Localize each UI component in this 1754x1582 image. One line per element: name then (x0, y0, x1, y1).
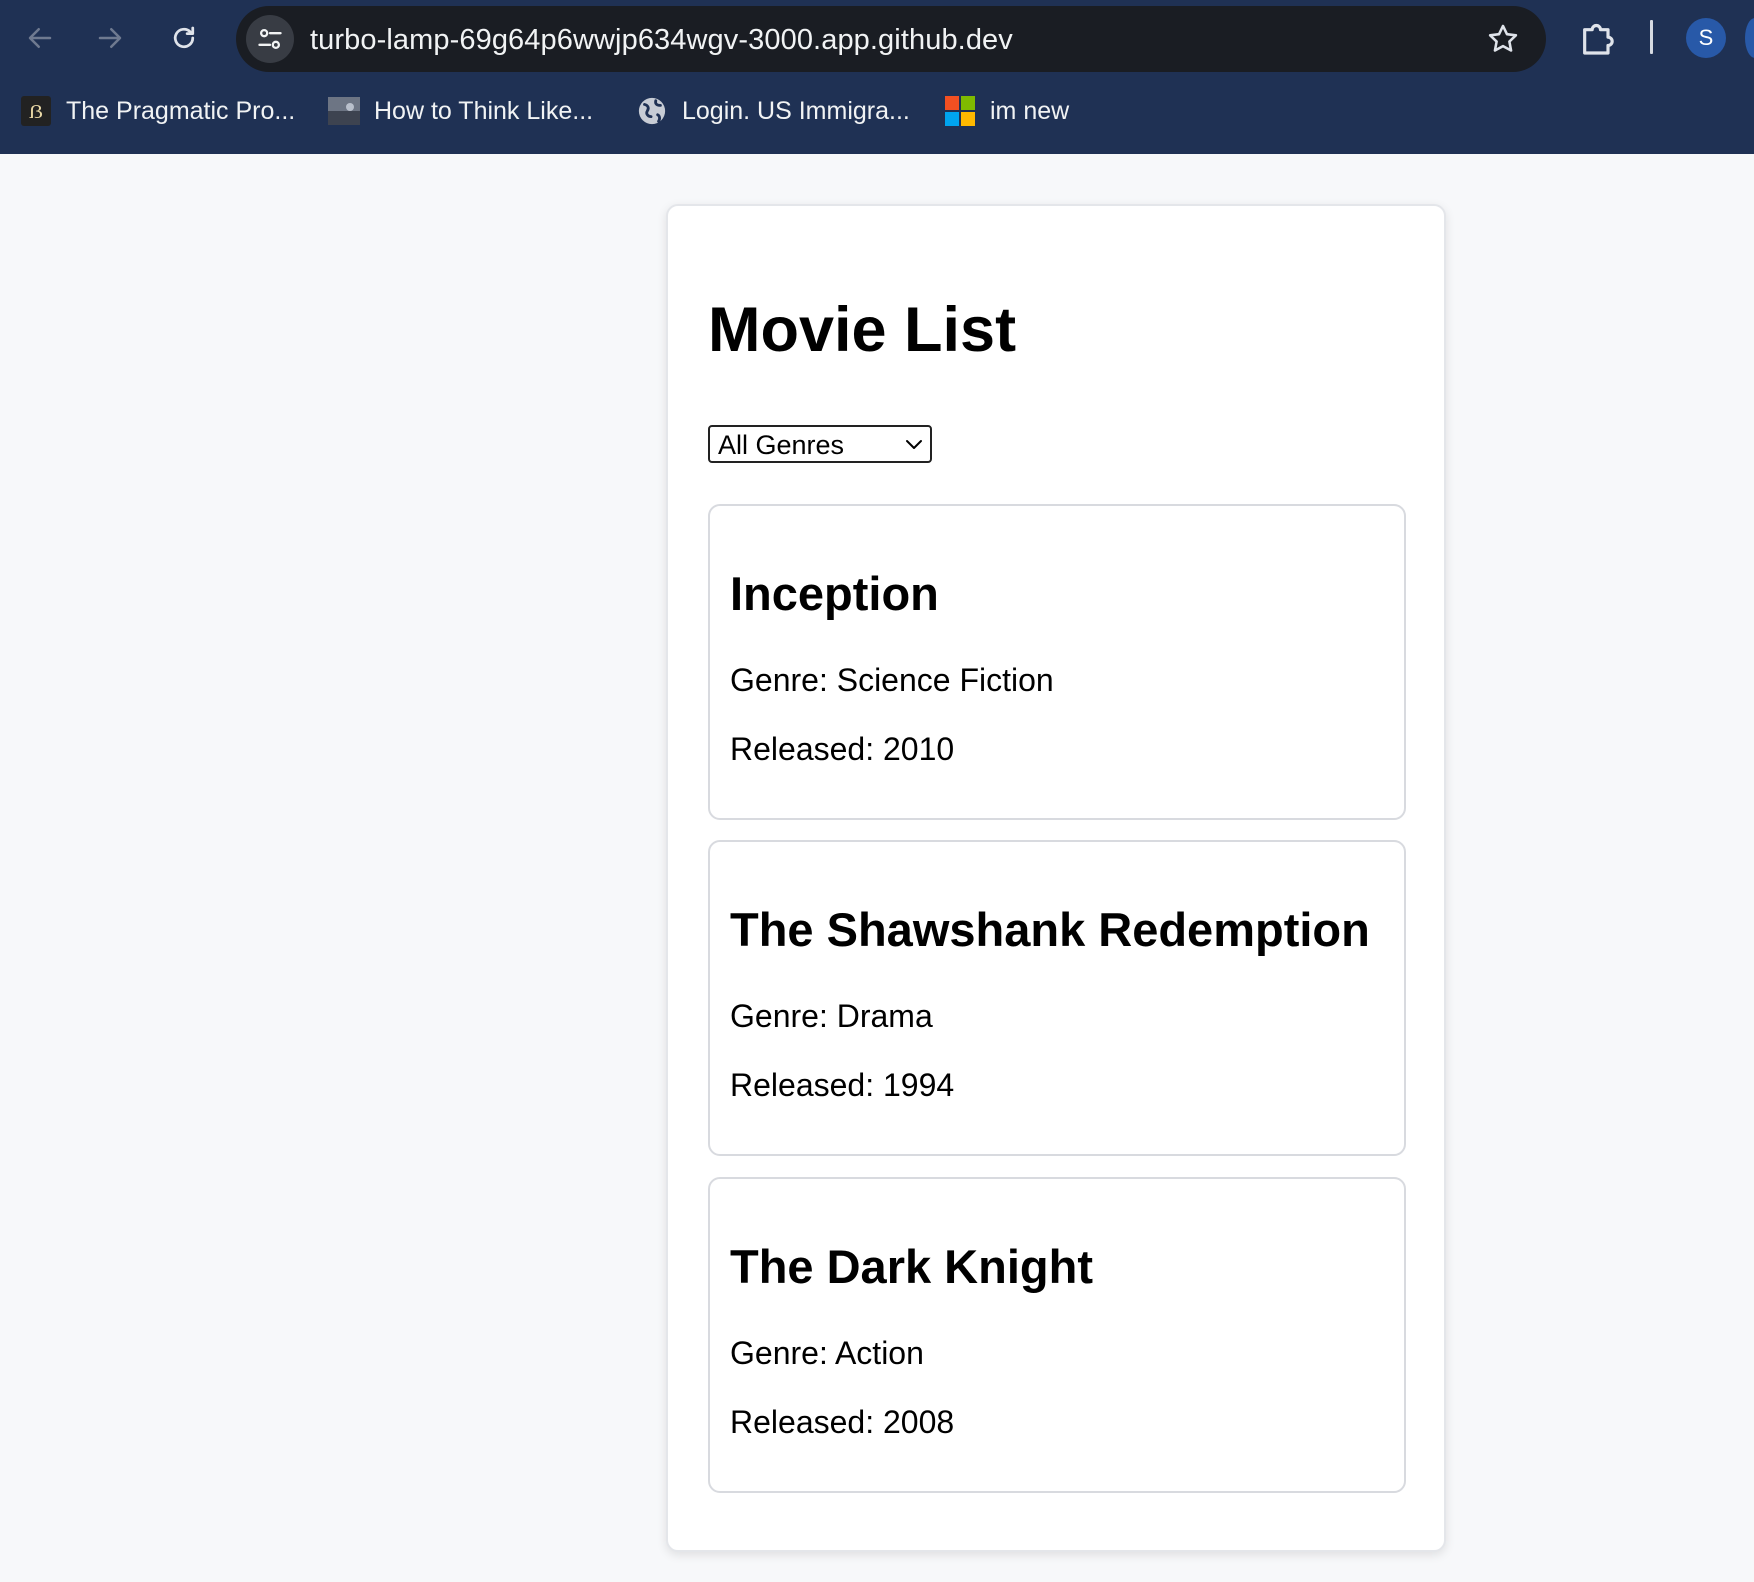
bookmark-think-like[interactable]: How to Think Like... (328, 92, 593, 130)
browser-toolbar: turbo-lamp-69g64p6wwjp634wgv-3000.app.gi… (0, 0, 1754, 76)
movie-list-card: Movie List All Genres Inception Genre: S… (666, 204, 1446, 1552)
movie-genre: Genre: Action (730, 1335, 924, 1371)
movie-card-inception: Inception Genre: Science Fiction Release… (708, 504, 1406, 820)
bookmark-label: The Pragmatic Pro... (66, 96, 296, 125)
movie-title: The Shawshank Redemption (730, 903, 1370, 956)
menu-edge[interactable] (1745, 18, 1754, 58)
toolbar-divider (1650, 20, 1653, 54)
movie-title: The Dark Knight (730, 1240, 1093, 1293)
movie-card-shawshank: The Shawshank Redemption Genre: Drama Re… (708, 840, 1406, 1156)
movie-released: Released: 2008 (730, 1404, 955, 1440)
movie-genre: Genre: Science Fiction (730, 662, 1054, 698)
bookmark-label: Login. US Immigra... (682, 96, 910, 125)
back-button[interactable] (16, 14, 64, 62)
microsoft-logo-icon (944, 95, 976, 127)
bookmark-im-new[interactable]: im new (944, 92, 1069, 130)
site-info-button[interactable] (246, 15, 294, 63)
address-bar[interactable]: turbo-lamp-69g64p6wwjp634wgv-3000.app.gi… (236, 6, 1546, 72)
reload-icon (173, 26, 195, 49)
svg-text:ẞ: ẞ (29, 101, 43, 123)
genre-select-value: All Genres (718, 430, 845, 460)
page-title: Movie List (708, 295, 1017, 365)
movie-title: Inception (730, 567, 939, 620)
arrow-left-icon (28, 28, 52, 48)
genre-select[interactable]: All Genres (708, 425, 932, 463)
bookmark-immigration[interactable]: Login. US Immigra... (636, 92, 910, 130)
tune-icon (258, 28, 282, 50)
bookmarks-bar: ẞ The Pragmatic Pro... How to Think Like… (0, 86, 1754, 136)
movie-genre: Genre: Drama (730, 998, 933, 1034)
reload-button[interactable] (160, 14, 208, 62)
forward-button[interactable] (86, 14, 134, 62)
profile-avatar[interactable]: S (1686, 18, 1726, 58)
pragmatic-logo-icon: ẞ (20, 95, 52, 127)
movie-card-dark-knight: The Dark Knight Genre: Action Released: … (708, 1177, 1406, 1493)
thumbnail-icon (328, 95, 360, 127)
movie-released: Released: 2010 (730, 731, 955, 767)
bookmark-star-icon[interactable] (1486, 22, 1520, 56)
chevron-down-icon (906, 440, 922, 449)
bookmark-label: How to Think Like... (374, 96, 594, 125)
arrow-right-icon (98, 28, 122, 48)
bookmark-pragmatic[interactable]: ẞ The Pragmatic Pro... (20, 92, 295, 130)
movie-released: Released: 1994 (730, 1067, 955, 1103)
bookmark-label: im new (990, 96, 1070, 125)
extensions-icon[interactable] (1578, 18, 1618, 58)
url-text[interactable]: turbo-lamp-69g64p6wwjp634wgv-3000.app.gi… (310, 24, 1013, 57)
browser-chrome: turbo-lamp-69g64p6wwjp634wgv-3000.app.gi… (0, 0, 1754, 154)
globe-icon (636, 95, 668, 127)
